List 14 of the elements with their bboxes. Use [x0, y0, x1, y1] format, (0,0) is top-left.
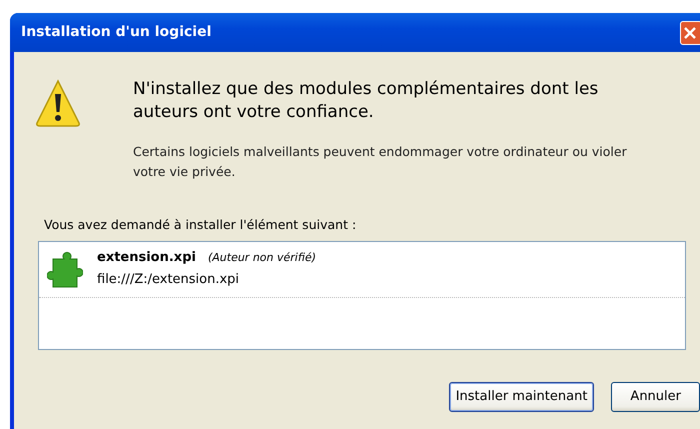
close-button[interactable] [680, 20, 700, 44]
item-author: (Auteur non vérifié) [208, 250, 316, 266]
warning-text: Certains logiciels malveillants peuvent endommager votre ordinateur ou violer votre vie privée. [133, 143, 628, 181]
warning-heading: N'installez que des modules complémentaires dont les auteurs ont votre confiance. [133, 78, 600, 124]
item-name: extension.xpi [97, 248, 196, 267]
dialog-button[interactable]: Installer maintenant [448, 382, 594, 412]
item-url: file:///Z:/extension.xpi [97, 271, 240, 290]
close-icon [684, 26, 696, 38]
dialog-button[interactable]: Annuler [611, 382, 700, 412]
list-item[interactable]: extension.xpi (Auteur non vérifié) file:///Z:/extension.xpi [39, 242, 685, 298]
list-label: Vous avez demandé à installer l'élément suivant : [44, 216, 358, 234]
window-title: Installation d'un logiciel [21, 23, 212, 42]
warning-icon [35, 78, 81, 128]
puzzle-piece-icon [47, 250, 83, 289]
